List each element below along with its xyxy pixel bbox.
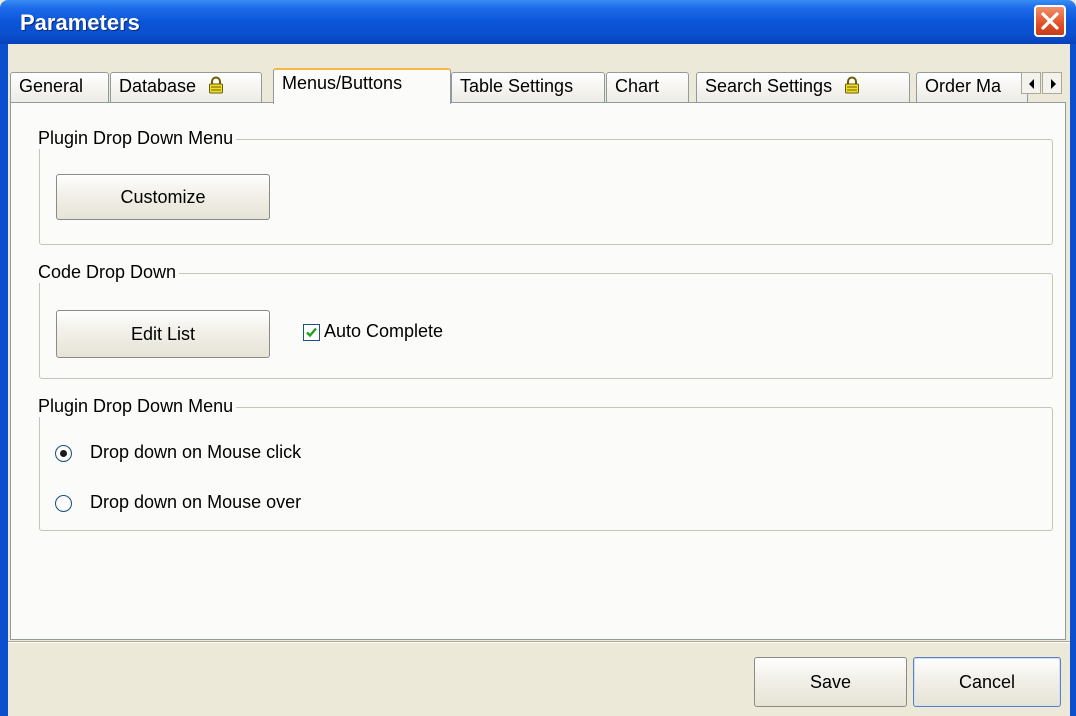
tab-scroll-left-button[interactable] — [1021, 72, 1041, 94]
group-plugin-menu-behavior: Plugin Drop Down Menu Drop down on Mouse… — [38, 396, 1053, 531]
footer-divider-highlight — [8, 642, 1070, 643]
button-label: Edit List — [130, 324, 196, 344]
mouse-over-label[interactable]: Drop down on Mouse over — [90, 492, 301, 513]
group-legend: Plugin Drop Down Menu — [38, 128, 237, 149]
tab-panel-menus-buttons: Plugin Drop Down Menu Customize Code Dro… — [10, 102, 1066, 640]
parameters-dialog: Parameters General Database Menus/Button… — [0, 0, 1076, 716]
tab-label: Search Settings — [705, 76, 833, 96]
close-button[interactable] — [1034, 5, 1066, 37]
auto-complete-label[interactable]: Auto Complete — [324, 321, 443, 342]
mouse-over-radio[interactable] — [55, 495, 72, 512]
button-label: Customize — [120, 187, 206, 207]
tab-menus-buttons[interactable]: Menus/Buttons — [273, 68, 451, 104]
tab-database[interactable]: Database — [110, 72, 262, 102]
tab-order-management[interactable]: Order Ma — [916, 72, 1028, 102]
group-plugin-drop-down-menu: Plugin Drop Down Menu Customize — [38, 128, 1053, 245]
dialog-client-area: General Database Menus/Buttons Table Set… — [8, 44, 1070, 716]
tab-label: Database — [119, 76, 197, 96]
tab-label: General — [19, 76, 84, 96]
button-label: Save — [809, 672, 852, 692]
window-frame-right — [1070, 44, 1076, 716]
group-legend: Plugin Drop Down Menu — [38, 396, 237, 417]
lock-icon — [845, 76, 860, 94]
tab-search-settings[interactable]: Search Settings — [696, 72, 910, 102]
window-title: Parameters — [20, 10, 140, 35]
auto-complete-checkbox[interactable] — [303, 324, 320, 341]
arrow-left-icon — [1029, 79, 1034, 89]
tab-chart[interactable]: Chart — [606, 72, 689, 102]
tab-scroll-right-button[interactable] — [1042, 72, 1062, 94]
tab-label: Chart — [615, 76, 660, 96]
tab-table-settings[interactable]: Table Settings — [451, 72, 605, 102]
cancel-button[interactable]: Cancel — [913, 657, 1061, 707]
customize-button[interactable]: Customize — [56, 174, 270, 220]
save-button[interactable]: Save — [754, 657, 907, 707]
close-icon — [1041, 12, 1059, 30]
title-bar[interactable]: Parameters — [0, 0, 1076, 44]
tab-label: Order Ma — [925, 76, 1002, 96]
group-code-drop-down: Code Drop Down Edit List Auto Complete — [38, 262, 1053, 379]
edit-list-button[interactable]: Edit List — [56, 310, 270, 358]
lock-icon — [209, 76, 224, 94]
tab-general[interactable]: General — [10, 72, 109, 102]
radio-selected-dot — [60, 450, 67, 457]
button-label: Cancel — [958, 672, 1016, 692]
arrow-right-icon — [1051, 79, 1056, 89]
mouse-click-radio[interactable] — [55, 445, 72, 462]
mouse-click-label[interactable]: Drop down on Mouse click — [90, 442, 301, 463]
group-legend: Code Drop Down — [38, 262, 180, 283]
tab-scroll-arrows — [1021, 72, 1063, 94]
window-frame-left — [0, 44, 8, 716]
checkmark-icon — [306, 327, 317, 338]
tab-label: Table Settings — [460, 76, 574, 96]
tab-label: Menus/Buttons — [282, 73, 403, 93]
